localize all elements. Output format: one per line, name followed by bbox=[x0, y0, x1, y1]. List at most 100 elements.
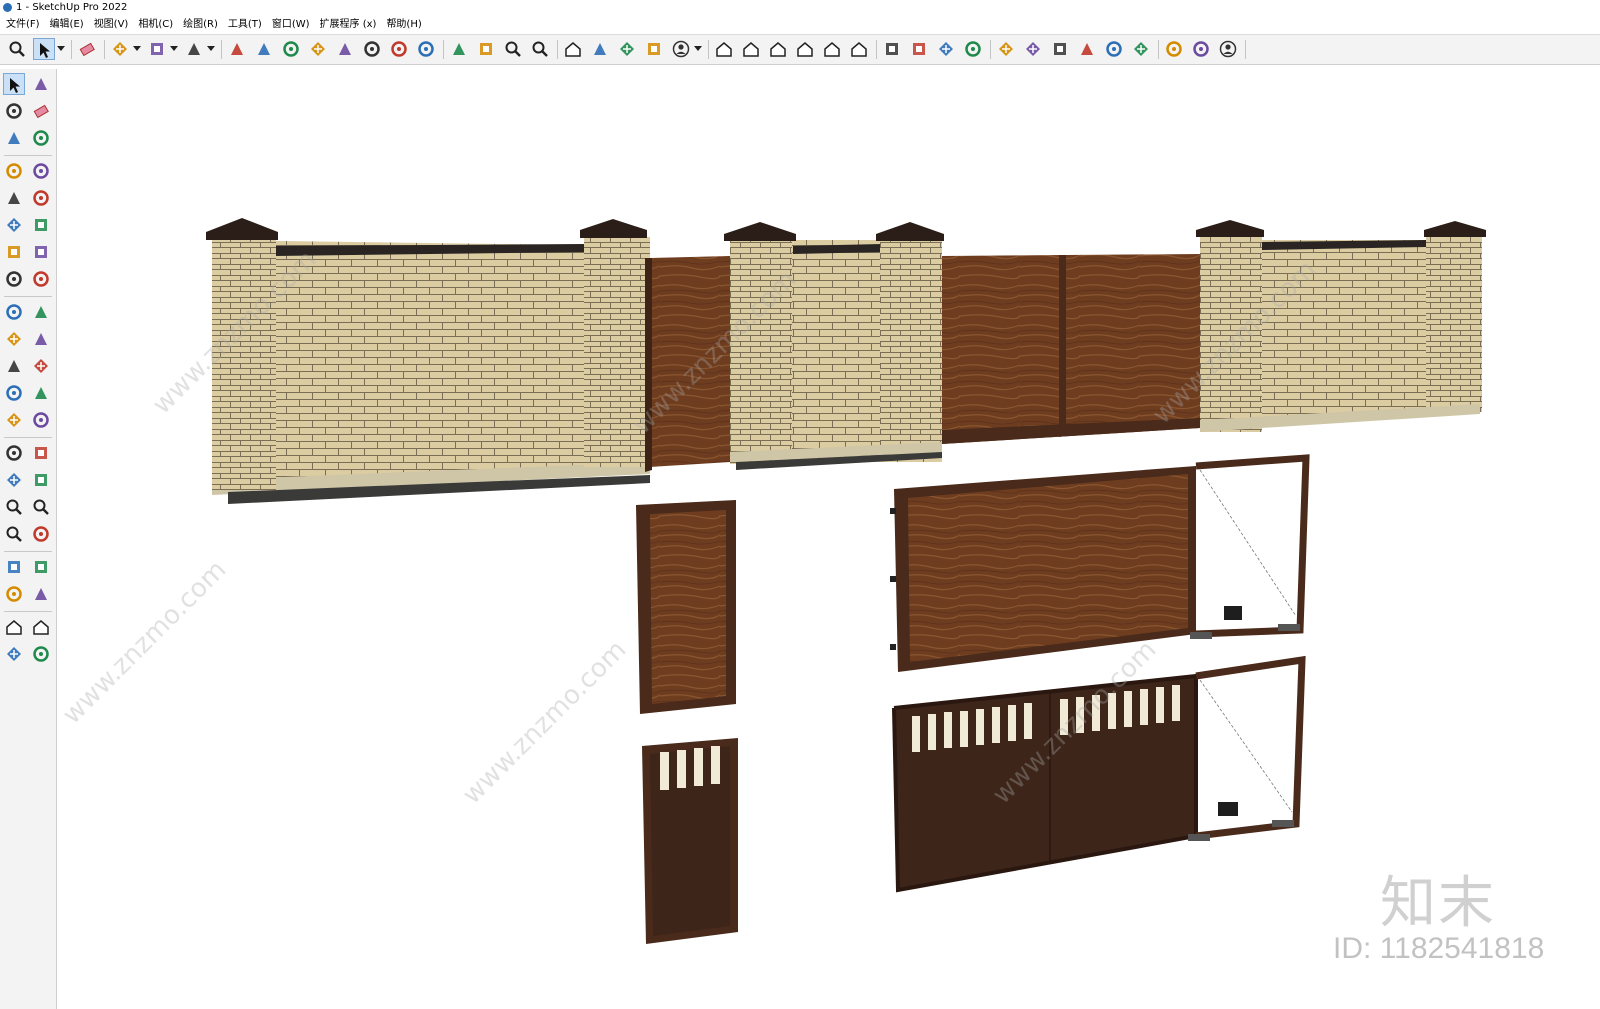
toolbar-layers-button[interactable] bbox=[616, 38, 638, 60]
left-move-button[interactable] bbox=[3, 301, 25, 323]
toolbar-pan-button[interactable] bbox=[475, 38, 497, 60]
toolbar-top-view-button[interactable] bbox=[740, 38, 762, 60]
left-freehand-button[interactable] bbox=[30, 160, 52, 182]
left-extension-warehouse-button[interactable] bbox=[30, 616, 52, 638]
toolbar-zoom-extents-button[interactable] bbox=[529, 38, 551, 60]
left-text-button[interactable] bbox=[30, 409, 52, 431]
left-orbit2-button[interactable] bbox=[3, 469, 25, 491]
toolbar-user-button[interactable] bbox=[670, 38, 692, 60]
toolbar-shop-button[interactable] bbox=[1190, 38, 1212, 60]
menu-file[interactable]: 文件(F) bbox=[0, 16, 45, 33]
brick-wall-middle[interactable] bbox=[724, 222, 944, 470]
toolbar-search-button[interactable] bbox=[6, 38, 28, 60]
left-position-camera-button[interactable] bbox=[3, 556, 25, 578]
left-dimension-button[interactable] bbox=[30, 382, 52, 404]
left-push-pull-button[interactable] bbox=[30, 301, 52, 323]
model-viewport[interactable]: www.znzmo.com www.znzmo.com www.znzmo.co… bbox=[57, 69, 1600, 1009]
toolbar-sandbox-button[interactable] bbox=[643, 38, 665, 60]
left-paint-bucket-button[interactable] bbox=[3, 100, 25, 122]
left-offset-button[interactable] bbox=[30, 355, 52, 377]
left-component-button[interactable] bbox=[3, 127, 25, 149]
wood-sliding-gate[interactable] bbox=[890, 454, 1310, 672]
toolbar-paint-bucket-button[interactable] bbox=[415, 38, 437, 60]
toolbar-zoom-button[interactable] bbox=[502, 38, 524, 60]
toolbar-rectangle-button[interactable] bbox=[183, 38, 205, 60]
toolbar-select-button[interactable] bbox=[33, 38, 55, 60]
toolbar-shadow-button[interactable] bbox=[995, 38, 1017, 60]
menu-extensions[interactable]: 扩展程序 (x) bbox=[315, 16, 382, 33]
toolbar-extension-button[interactable] bbox=[589, 38, 611, 60]
toolbar-eraser-button[interactable] bbox=[76, 38, 98, 60]
left-send-button[interactable] bbox=[30, 643, 52, 665]
toolbar-components-button[interactable] bbox=[1130, 38, 1152, 60]
left-zoom-extents-button[interactable] bbox=[3, 523, 25, 545]
left-warehouse-button[interactable] bbox=[3, 616, 25, 638]
left-tape-measure-button[interactable] bbox=[3, 382, 25, 404]
left-rotate-button[interactable] bbox=[3, 328, 25, 350]
menu-edit[interactable]: 编辑(E) bbox=[45, 16, 89, 33]
chevron-down-icon[interactable] bbox=[169, 38, 179, 60]
menu-view[interactable]: 视图(V) bbox=[89, 16, 134, 33]
left-eraser-button[interactable] bbox=[30, 100, 52, 122]
toolbar-iso-view-button[interactable] bbox=[713, 38, 735, 60]
left-follow-me-button[interactable] bbox=[30, 328, 52, 350]
toolbar-pencil-button[interactable] bbox=[109, 38, 131, 60]
toolbar-warehouse-button[interactable] bbox=[562, 38, 584, 60]
toolbar-scale-button[interactable] bbox=[334, 38, 356, 60]
toolbar-fog-button[interactable] bbox=[1049, 38, 1071, 60]
left-line-button[interactable] bbox=[3, 160, 25, 182]
toolbar-push-pull-button[interactable] bbox=[226, 38, 248, 60]
left-scale-button[interactable] bbox=[3, 355, 25, 377]
left-arc3-button[interactable] bbox=[3, 268, 25, 290]
chevron-down-icon[interactable] bbox=[693, 38, 703, 60]
left-look-around-button[interactable] bbox=[30, 556, 52, 578]
toolbar-move-button[interactable] bbox=[280, 38, 302, 60]
left-zoom-window-button[interactable] bbox=[30, 496, 52, 518]
toolbar-follow-me-button[interactable] bbox=[253, 38, 275, 60]
menu-draw[interactable]: 绘图(R) bbox=[178, 16, 223, 33]
toolbar-scenes-button[interactable] bbox=[935, 38, 957, 60]
chevron-down-icon[interactable] bbox=[56, 38, 66, 60]
left-previous-button[interactable] bbox=[30, 523, 52, 545]
toolbar-section-button[interactable] bbox=[908, 38, 930, 60]
toolbar-right-view-button[interactable] bbox=[794, 38, 816, 60]
left-pie-button[interactable] bbox=[30, 241, 52, 263]
left-arc2-button[interactable] bbox=[30, 268, 52, 290]
left-layout-button[interactable] bbox=[3, 643, 25, 665]
toolbar-info-button[interactable] bbox=[1163, 38, 1185, 60]
toolbar-tape-measure-button[interactable] bbox=[361, 38, 383, 60]
left-walk-button[interactable] bbox=[3, 583, 25, 605]
left-pan-button[interactable] bbox=[30, 469, 52, 491]
toolbar-cloud-button[interactable] bbox=[1076, 38, 1098, 60]
left-tape-button[interactable] bbox=[30, 127, 52, 149]
left-zoom-button[interactable] bbox=[3, 496, 25, 518]
toolbar-arc-button[interactable] bbox=[146, 38, 168, 60]
toolbar-front-view-button[interactable] bbox=[767, 38, 789, 60]
menu-tools[interactable]: 工具(T) bbox=[223, 16, 267, 33]
chevron-down-icon[interactable] bbox=[132, 38, 142, 60]
left-3d-text-button[interactable] bbox=[30, 442, 52, 464]
toolbar-solid-tools-button[interactable] bbox=[881, 38, 903, 60]
left-polygon-button[interactable] bbox=[30, 214, 52, 236]
left-section-plane-button[interactable] bbox=[30, 583, 52, 605]
left-axes-button[interactable] bbox=[3, 442, 25, 464]
brick-wall-left[interactable] bbox=[206, 218, 650, 504]
toolbar-styles-button[interactable] bbox=[1022, 38, 1044, 60]
menu-camera[interactable]: 相机(C) bbox=[133, 16, 178, 33]
menu-help[interactable]: 帮助(H) bbox=[381, 16, 426, 33]
menu-window[interactable]: 窗口(W) bbox=[267, 16, 315, 33]
toolbar-account-button[interactable] bbox=[1217, 38, 1239, 60]
left-arc-button[interactable] bbox=[3, 241, 25, 263]
left-protractor-button[interactable] bbox=[3, 409, 25, 431]
wood-pedestrian-door[interactable] bbox=[636, 500, 736, 714]
chevron-down-icon[interactable] bbox=[206, 38, 216, 60]
left-rotated-rect-button[interactable] bbox=[30, 187, 52, 209]
slatted-pedestrian-door[interactable] bbox=[642, 738, 738, 944]
toolbar-text-button[interactable] bbox=[388, 38, 410, 60]
toolbar-back-view-button[interactable] bbox=[821, 38, 843, 60]
left-rectangle-button[interactable] bbox=[3, 187, 25, 209]
left-circle-button[interactable] bbox=[3, 214, 25, 236]
toolbar-settings-button[interactable] bbox=[1103, 38, 1125, 60]
left-orbit-button[interactable] bbox=[30, 73, 52, 95]
toolbar-add-location-button[interactable] bbox=[962, 38, 984, 60]
